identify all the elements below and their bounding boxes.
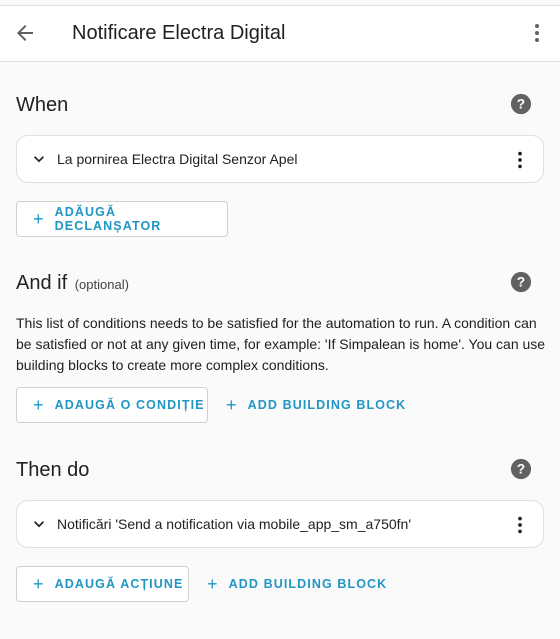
help-circle-icon[interactable]: ? xyxy=(510,271,532,293)
add-trigger-label: ADĂUGĂ DECLANȘATOR xyxy=(54,205,162,233)
triggers-heading: When xyxy=(16,94,68,117)
conditions-heading: And if (optional) xyxy=(16,272,129,295)
page-title: Notificare Electra Digital xyxy=(72,22,286,44)
add-condition-label: ADAUGĂ O CONDIȚIE xyxy=(54,398,205,412)
dots-vertical-icon[interactable] xyxy=(509,149,531,171)
trigger-card[interactable]: La pornirea Electra Digital Senzor Apel xyxy=(16,135,544,183)
add-action-button[interactable]: + ADAUGĂ ACȚIUNE xyxy=(16,566,189,602)
plus-icon: + xyxy=(207,574,219,594)
dots-vertical-icon[interactable] xyxy=(509,514,531,536)
conditions-description: This list of conditions needs to be sati… xyxy=(16,315,546,373)
svg-text:?: ? xyxy=(517,462,525,477)
plus-icon: + xyxy=(33,574,45,594)
help-circle-icon[interactable]: ? xyxy=(510,458,532,480)
svg-text:?: ? xyxy=(517,97,525,112)
arrow-left-icon[interactable] xyxy=(13,21,37,45)
chevron-down-icon[interactable] xyxy=(29,514,49,534)
actions-title: Then do xyxy=(16,459,90,481)
add-building-block-label: ADD BUILDING BLOCK xyxy=(247,398,407,412)
action-card[interactable]: Notificări 'Send a notification via mobi… xyxy=(16,500,544,548)
plus-icon: + xyxy=(226,395,238,415)
add-trigger-button[interactable]: + ADĂUGĂ DECLANȘATOR xyxy=(16,201,228,237)
add-building-block-label: ADD BUILDING BLOCK xyxy=(228,577,388,591)
add-building-block-button[interactable]: + ADD BUILDING BLOCK xyxy=(207,566,387,602)
action-label: Notificări 'Send a notification via mobi… xyxy=(57,516,411,532)
conditions-title: And if xyxy=(16,272,68,294)
help-circle-icon[interactable]: ? xyxy=(510,93,532,115)
dots-vertical-icon[interactable] xyxy=(525,21,549,45)
svg-text:?: ? xyxy=(517,275,525,290)
add-building-block-button[interactable]: + ADD BUILDING BLOCK xyxy=(226,387,406,423)
trigger-label: La pornirea Electra Digital Senzor Apel xyxy=(57,151,298,167)
add-condition-button[interactable]: + ADAUGĂ O CONDIȚIE xyxy=(16,387,208,423)
plus-icon: + xyxy=(33,209,45,229)
plus-icon: + xyxy=(33,395,45,415)
optional-label: (optional) xyxy=(74,277,129,292)
app-bar: Notificare Electra Digital xyxy=(0,6,560,62)
actions-heading: Then do xyxy=(16,459,89,482)
add-action-label: ADAUGĂ ACȚIUNE xyxy=(54,577,184,591)
chevron-down-icon[interactable] xyxy=(29,149,49,169)
triggers-title: When xyxy=(16,94,69,116)
